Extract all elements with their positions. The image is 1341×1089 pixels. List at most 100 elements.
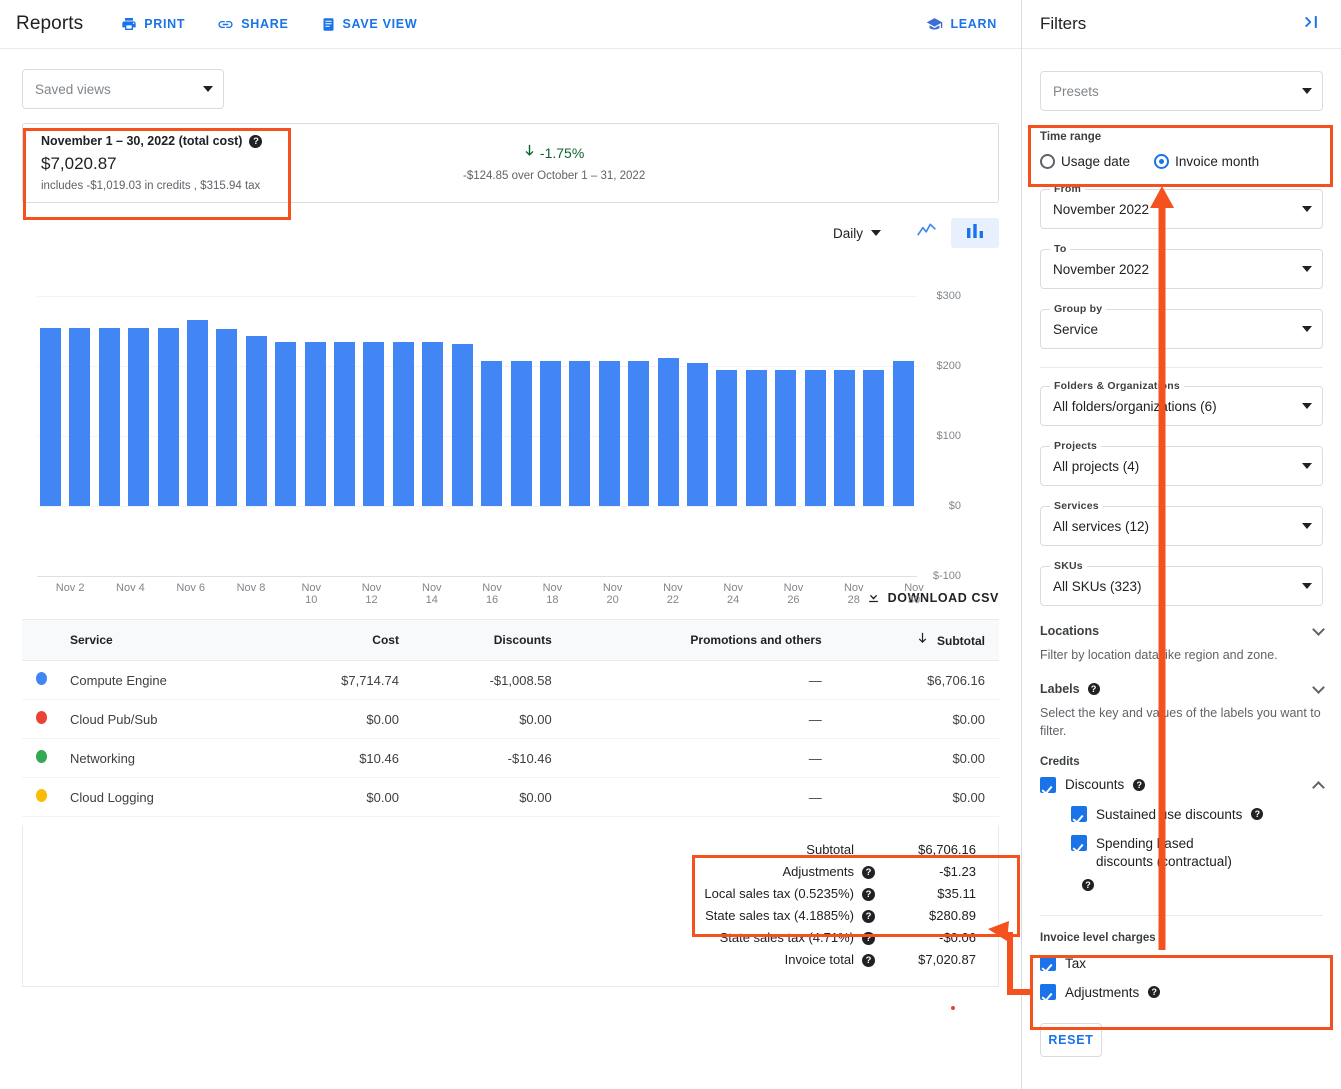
learn-button[interactable]: LEARN <box>924 12 999 37</box>
chart-bar[interactable] <box>275 342 297 506</box>
saved-views-dropdown[interactable]: Saved views <box>22 69 224 109</box>
chart-bar[interactable] <box>657 358 679 506</box>
help-icon[interactable]: ? <box>1148 986 1161 999</box>
services-select[interactable]: Services All services (12) <box>1040 500 1323 546</box>
gridline <box>37 576 917 577</box>
help-icon-cell[interactable]: ? <box>862 948 884 970</box>
folders-organizations-select[interactable]: Folders & Organizations All folders/orga… <box>1040 380 1323 426</box>
checkbox-spending-based-discounts[interactable] <box>1071 834 1087 851</box>
skus-select[interactable]: SKUs All SKUs (323) <box>1040 560 1323 606</box>
discounts-row[interactable]: Discounts ? <box>1040 776 1325 794</box>
chart-bar[interactable] <box>569 361 591 506</box>
table-row[interactable]: Cloud Logging $0.00 $0.00— $0.00 <box>22 777 999 817</box>
chart-bar[interactable] <box>775 369 797 506</box>
sustained-use-discounts-row[interactable]: Sustained use discounts ? <box>1071 805 1323 824</box>
chart-bar[interactable] <box>539 361 561 506</box>
help-icon[interactable]: ? <box>1133 779 1146 792</box>
time-range-radio-group: Usage date Invoice month <box>1040 154 1323 169</box>
from-value: November 2022 <box>1053 201 1150 217</box>
spacer-cell <box>862 839 884 860</box>
help-icon[interactable]: ? <box>249 134 263 148</box>
chart-bar[interactable] <box>481 361 503 506</box>
chart-bar[interactable] <box>716 369 738 506</box>
radio-invoice-month[interactable] <box>1154 154 1170 169</box>
chart-bar[interactable] <box>128 328 150 506</box>
locations-help: Filter by location data like region and … <box>1040 648 1278 662</box>
print-button[interactable]: PRINT <box>119 12 187 36</box>
presets-dropdown[interactable]: Presets <box>1040 71 1323 111</box>
chart-bar[interactable] <box>98 328 120 506</box>
chart-bar[interactable] <box>422 342 444 506</box>
chart-bar[interactable] <box>686 363 708 506</box>
chart-bar[interactable] <box>833 369 855 506</box>
help-icon[interactable]: ? <box>862 932 875 945</box>
group-by-select[interactable]: Group by Service <box>1040 303 1323 349</box>
cell-subtotal: $0.00 <box>835 738 999 778</box>
table-row[interactable]: Cloud Pub/Sub $0.00 $0.00— $0.00 <box>22 699 999 739</box>
chart-bar[interactable] <box>892 361 914 506</box>
table-header-service[interactable]: Service <box>56 619 268 661</box>
share-button[interactable]: SHARE <box>215 12 290 37</box>
table-header-cost[interactable]: Cost <box>267 619 413 661</box>
spending-based-discounts-row[interactable]: Spending based discounts (contractual) <box>1071 834 1323 871</box>
help-icon-cell[interactable]: ? <box>862 860 884 882</box>
help-icon-cell[interactable]: ? <box>862 926 884 948</box>
chart-bar[interactable] <box>628 361 650 506</box>
granularity-dropdown[interactable]: Daily <box>833 226 881 241</box>
projects-select[interactable]: Projects All projects (4) <box>1040 440 1323 486</box>
help-icon[interactable]: ? <box>862 954 875 967</box>
help-icon[interactable]: ? <box>1087 683 1100 696</box>
chart-bar[interactable] <box>304 342 326 506</box>
help-icon-cell[interactable]: ? <box>862 882 884 904</box>
radio-usage-date[interactable] <box>1040 154 1055 169</box>
chart-bars <box>40 255 914 506</box>
chart-bar[interactable] <box>157 328 179 506</box>
chart-bar[interactable] <box>216 328 238 506</box>
help-icon[interactable]: ? <box>862 910 875 923</box>
from-select[interactable]: From November 2022 <box>1040 183 1323 229</box>
help-icon[interactable]: ? <box>1082 879 1094 892</box>
to-select[interactable]: To November 2022 <box>1040 243 1323 289</box>
help-icon[interactable]: ? <box>862 888 875 901</box>
chart-bar[interactable] <box>40 328 61 506</box>
chart-bar[interactable] <box>863 369 885 506</box>
labels-section-toggle[interactable]: Labels ? <box>1040 680 1325 696</box>
chart-bar[interactable] <box>745 369 767 506</box>
tax-row[interactable]: Tax <box>1040 955 1323 973</box>
checkbox-discounts[interactable] <box>1040 777 1056 794</box>
line-chart-view-toggle[interactable] <box>903 218 951 248</box>
help-icon[interactable]: ? <box>862 866 875 879</box>
adjustments-row[interactable]: Adjustments ? <box>1040 984 1323 1002</box>
chart-bar[interactable] <box>245 335 267 506</box>
help-icon-cell[interactable]: ? <box>862 904 884 926</box>
table-header-discounts[interactable]: Discounts <box>412 619 566 661</box>
table-row[interactable]: Networking $10.46 -$10.46— $0.00 <box>22 738 999 778</box>
checkbox-tax[interactable] <box>1040 955 1056 972</box>
locations-section-toggle[interactable]: Locations <box>1040 622 1325 638</box>
chart-bar[interactable] <box>69 328 91 506</box>
table-row[interactable]: Compute Engine $7,714.74 -$1,008.58— $6,706… <box>22 660 999 700</box>
projects-select-wrap: Projects All projects (4) <box>1040 440 1323 486</box>
table-header-subtotal[interactable]: Subtotal <box>835 619 999 661</box>
chart-bar[interactable] <box>392 342 414 506</box>
learn-label: LEARN <box>950 17 997 31</box>
service-color-swatch <box>22 777 56 817</box>
chart-bar[interactable] <box>510 361 532 506</box>
service-color-swatch <box>22 660 56 700</box>
chart-bar[interactable] <box>187 319 209 506</box>
chart-bar[interactable] <box>363 342 385 506</box>
totals-row: Adjustments? -$1.23 <box>704 860 976 882</box>
chart-bar[interactable] <box>804 369 826 506</box>
checkbox-adjustments[interactable] <box>1040 984 1056 1001</box>
chart-bar[interactable] <box>598 361 620 506</box>
help-icon[interactable]: ? <box>1251 807 1264 820</box>
chart-bar[interactable] <box>334 342 356 506</box>
reset-button[interactable]: RESET <box>1040 1022 1102 1057</box>
bar-chart-view-toggle[interactable] <box>951 218 999 248</box>
save-view-button[interactable]: SAVE VIEW <box>319 13 420 36</box>
download-csv-button[interactable]: DOWNLOAD CSV <box>866 589 999 607</box>
table-header-promotions[interactable]: Promotions and others <box>565 619 836 661</box>
checkbox-sustained-use-discounts[interactable] <box>1071 805 1087 822</box>
collapse-panel-icon[interactable] <box>1303 13 1323 36</box>
chart-bar[interactable] <box>451 344 473 506</box>
